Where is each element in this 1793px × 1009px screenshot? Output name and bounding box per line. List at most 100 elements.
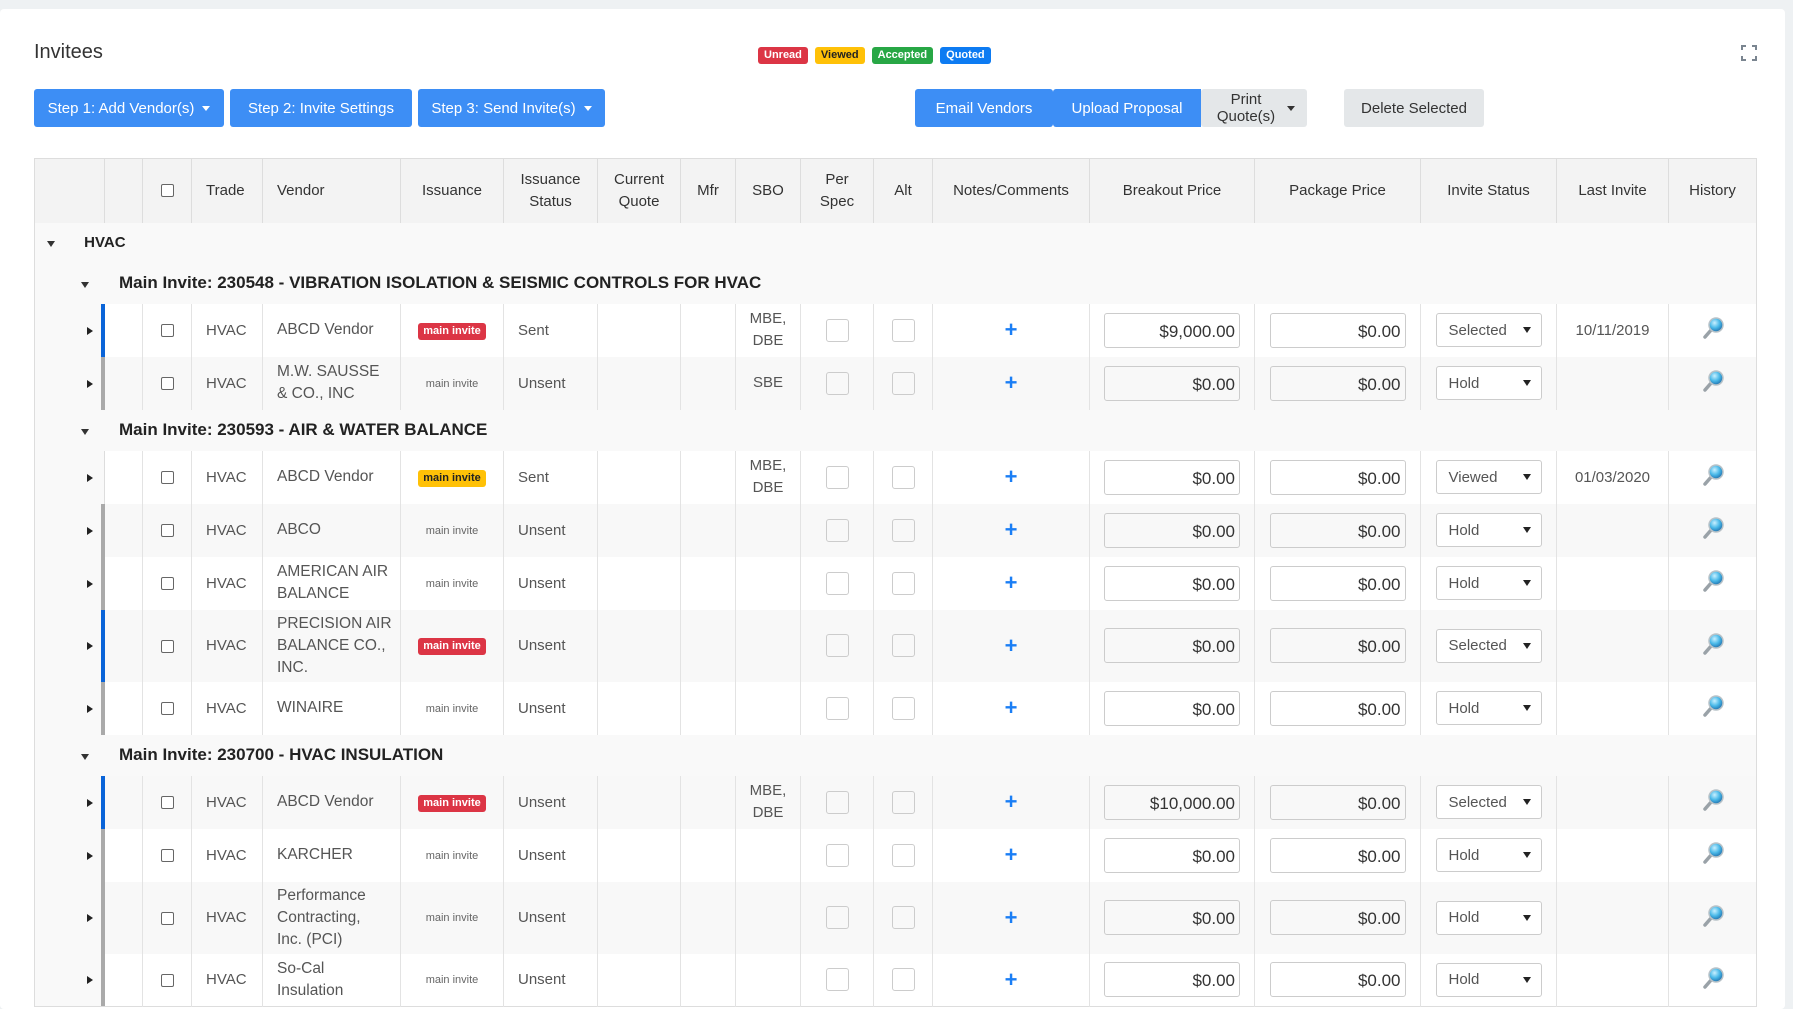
notes-cell[interactable]: + [932,881,1090,954]
history-cell[interactable] [1668,881,1757,954]
per-spec-cell[interactable] [800,356,874,410]
invite-status-cell[interactable]: Viewed [1420,450,1557,504]
breakout-price-input[interactable]: $0.00 [1104,459,1240,495]
expand-cell[interactable] [86,775,143,829]
history-magnifier-icon[interactable] [1699,514,1727,542]
package-price-input[interactable]: $0.00 [1269,962,1406,998]
notes-cell[interactable]: + [932,556,1090,610]
package-price-cell[interactable]: $0.00 [1254,681,1421,735]
expand-cell[interactable] [86,609,143,682]
package-price-input[interactable]: $0.00 [1269,365,1406,401]
package-price-cell[interactable]: $0.00 [1254,828,1421,882]
history-cell[interactable] [1668,450,1757,504]
breakout-price-input[interactable]: $0.00 [1104,365,1240,401]
notes-cell[interactable]: + [932,828,1090,882]
expand-toggle[interactable] [86,637,93,654]
invite-status-select[interactable]: Selected [1435,785,1542,819]
per-spec-checkbox[interactable] [825,790,849,814]
expand-toggle[interactable] [86,322,93,339]
collapse-toggle[interactable] [35,234,80,251]
alt-checkbox[interactable] [891,518,915,542]
header-package-price[interactable]: Package Price [1254,158,1421,223]
expand-toggle[interactable] [86,375,93,392]
vendor-link[interactable]: PRECISION AIR BALANCE CO., INC. [262,609,401,682]
package-price-cell[interactable]: $0.00 [1254,503,1421,557]
package-price-input[interactable]: $0.00 [1269,512,1406,548]
invite-group-row[interactable]: Main Invite: 230548 - VIBRATION ISOLATIO… [34,262,1757,304]
breakout-price-cell[interactable]: $9,000.00 [1089,303,1255,357]
expand-toggle[interactable] [86,909,93,926]
expand-cell[interactable] [86,681,143,735]
history-cell[interactable] [1668,681,1757,735]
alt-checkbox[interactable] [891,906,915,929]
row-checkbox[interactable] [160,524,174,538]
history-cell[interactable] [1668,356,1757,410]
invite-status-select[interactable]: Hold [1435,566,1542,600]
row-checkbox[interactable] [160,911,174,925]
package-price-cell[interactable]: $0.00 [1254,356,1421,410]
invite-status-cell[interactable]: Hold [1420,503,1557,557]
package-price-cell[interactable]: $0.00 [1254,450,1421,504]
header-invite-status[interactable]: Invite Status [1420,158,1557,223]
history-cell[interactable] [1668,953,1757,1007]
add-note-plus-icon[interactable]: + [1005,517,1018,542]
vendor-link[interactable]: ABCD Vendor [262,303,401,357]
invite-status-select[interactable]: Hold [1435,962,1542,997]
row-checkbox[interactable] [160,324,174,338]
select-cell[interactable] [142,681,192,735]
breakout-price-cell[interactable]: $10,000.00 [1089,775,1255,829]
package-price-cell[interactable]: $0.00 [1254,775,1421,829]
breakout-price-input[interactable]: $0.00 [1104,962,1240,998]
header-trade[interactable]: Trade [191,158,263,223]
per-spec-cell[interactable] [800,681,874,735]
alt-cell[interactable] [873,828,933,882]
alt-cell[interactable] [873,356,933,410]
select-cell[interactable] [142,881,192,954]
delete-selected-button[interactable]: Delete Selected [1344,89,1484,127]
invite-status-cell[interactable]: Hold [1420,953,1557,1007]
invite-group-row[interactable]: Main Invite: 230700 - HVAC INSULATION [34,734,1757,776]
vendor-link[interactable]: ABCD Vendor [262,450,401,504]
history-cell[interactable] [1668,609,1757,682]
notes-cell[interactable]: + [932,356,1090,410]
per-spec-cell[interactable] [800,828,874,882]
expand-cell[interactable] [86,881,143,954]
add-note-plus-icon[interactable]: + [1005,464,1018,489]
expand-toggle[interactable] [86,847,93,864]
breakout-price-cell[interactable]: $0.00 [1089,503,1255,557]
collapse-toggle[interactable] [35,273,119,293]
history-cell[interactable] [1668,303,1757,357]
package-price-input[interactable]: $0.00 [1269,784,1406,820]
upload-proposal-button[interactable]: Upload Proposal [1053,89,1201,127]
alt-checkbox[interactable] [891,318,915,342]
history-magnifier-icon[interactable] [1699,461,1727,489]
alt-cell[interactable] [873,609,933,682]
header-notes[interactable]: Notes/Comments [932,158,1090,223]
expand-toggle[interactable] [86,971,93,988]
step3-send-invites-button[interactable]: Step 3: Send Invite(s) [418,89,605,127]
select-cell[interactable] [142,953,192,1007]
per-spec-checkbox[interactable] [825,634,849,657]
select-cell[interactable] [142,450,192,504]
header-select-all[interactable] [142,158,192,223]
expand-cell[interactable] [86,556,143,610]
vendor-row[interactable]: HVAC KARCHER main invite Unsent + $0.00 $0.00 H… [34,828,1757,882]
alt-checkbox[interactable] [891,571,915,595]
row-checkbox[interactable] [160,849,174,863]
alt-checkbox[interactable] [891,371,915,395]
expand-toggle[interactable] [86,469,93,486]
invite-status-cell[interactable]: Selected [1420,609,1557,682]
row-checkbox[interactable] [160,577,174,591]
per-spec-checkbox[interactable] [825,696,849,720]
collapse-toggle[interactable] [35,745,119,765]
vendor-row[interactable]: HVAC PRECISION AIR BALANCE CO., INC. main in… [34,609,1757,682]
invite-status-cell[interactable]: Hold [1420,881,1557,954]
breakout-price-cell[interactable]: $0.00 [1089,556,1255,610]
breakout-price-input[interactable]: $0.00 [1104,628,1240,663]
breakout-price-cell[interactable]: $0.00 [1089,681,1255,735]
notes-cell[interactable]: + [932,681,1090,735]
alt-checkbox[interactable] [891,465,915,489]
package-price-input[interactable]: $0.00 [1269,837,1406,873]
per-spec-cell[interactable] [800,556,874,610]
package-price-input[interactable]: $0.00 [1269,459,1406,495]
